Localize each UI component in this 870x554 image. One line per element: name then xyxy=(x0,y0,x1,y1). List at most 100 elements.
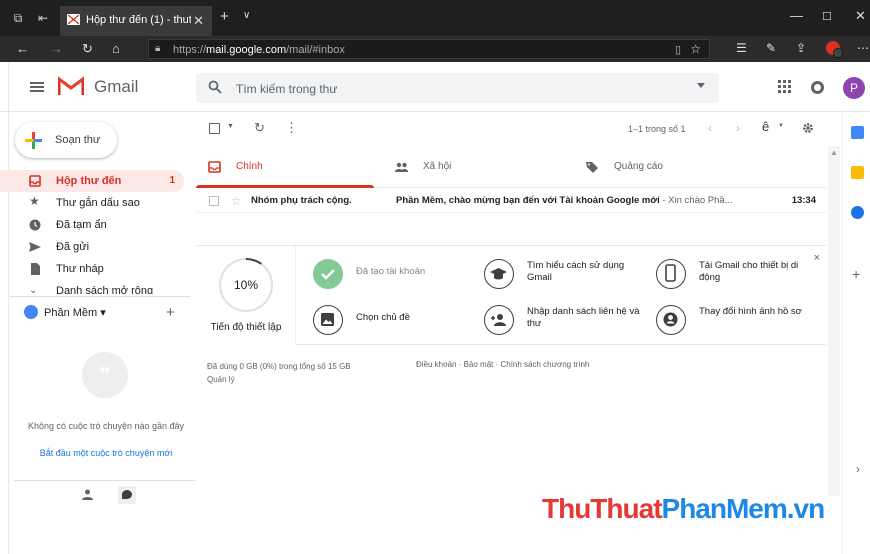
apps-grid-icon[interactable] xyxy=(778,80,792,94)
sidebar-item-sent[interactable]: Đã gửi xyxy=(0,236,184,258)
menu-icon[interactable] xyxy=(30,82,44,92)
email-star-icon[interactable]: ☆ xyxy=(231,194,242,208)
gmail-brand[interactable]: Gmail xyxy=(94,77,138,97)
scrollbar[interactable]: ▲ xyxy=(828,146,840,496)
sidebar-item-inbox[interactable]: Hộp thư đến 1 xyxy=(0,170,184,192)
storage-info: Đã dùng 0 GB (0%) trong tổng số 15 GB Qu… xyxy=(207,360,351,386)
newer-icon[interactable]: ‹ xyxy=(708,121,712,135)
task-mobile-app[interactable]: Tải Gmail cho thiết bị di động xyxy=(656,256,821,292)
browser-tab-active[interactable]: Hộp thư đến (1) - thuth ✕ xyxy=(60,6,212,36)
close-setup-icon[interactable]: × xyxy=(814,252,820,264)
compose-button[interactable]: Soạn thư xyxy=(15,122,117,158)
compose-label: Soạn thư xyxy=(55,134,101,146)
task-import-contacts[interactable]: Nhập danh sách liên hệ và thư xyxy=(484,302,649,338)
input-tools-dropdown-icon[interactable]: ▼ xyxy=(778,123,784,129)
sidebar-item-drafts[interactable]: Thư nháp xyxy=(0,258,184,280)
search-options-icon[interactable] xyxy=(697,83,705,88)
inbox-icon xyxy=(29,175,41,187)
new-conversation-button[interactable]: + xyxy=(166,304,175,321)
input-tools-icon[interactable]: ê xyxy=(762,119,769,134)
tab-close-icon[interactable]: ✕ xyxy=(193,13,204,29)
email-subject-line: Phần Mềm, chào mừng bạn đến với Tài khoả… xyxy=(396,195,733,206)
sidebar-item-snoozed[interactable]: Đã tạm ẩn xyxy=(0,214,184,236)
settings-gear-icon[interactable] xyxy=(802,122,814,134)
scroll-up-icon[interactable]: ▲ xyxy=(830,148,838,157)
favorite-star-icon[interactable]: ☆ xyxy=(690,42,701,56)
email-checkbox[interactable] xyxy=(209,196,219,206)
progress-label: Tiến độ thiết lập xyxy=(210,322,282,333)
select-dropdown-icon[interactable]: ▼ xyxy=(227,123,234,130)
email-time: 13:34 xyxy=(791,195,816,206)
keep-icon[interactable] xyxy=(851,166,864,179)
older-icon[interactable]: › xyxy=(736,121,740,135)
refresh-mail-icon[interactable]: ↻ xyxy=(254,120,265,136)
home-icon[interactable]: ⌂ xyxy=(112,41,120,56)
graduation-cap-icon xyxy=(484,259,514,289)
notifications-icon[interactable] xyxy=(811,81,824,94)
reading-view-icon[interactable]: ▯ xyxy=(675,43,681,56)
maximize-button[interactable]: ☐ xyxy=(822,10,832,23)
hangouts-footer xyxy=(14,480,196,510)
search-input[interactable]: Tìm kiếm trong thư xyxy=(236,82,337,96)
email-sender: Nhóm phụ trách cộng. xyxy=(251,195,352,206)
window-close-button[interactable]: ✕ xyxy=(855,8,866,24)
start-conversation-link[interactable]: Bắt đầu một cuộc trò chuyện mới xyxy=(14,448,198,458)
sidebar-item-starred[interactable]: ★ Thư gắn dấu sao xyxy=(0,192,184,214)
tab-social[interactable]: Xã hội xyxy=(383,148,561,188)
sidebar-item-label: Đã tạm ẩn xyxy=(56,219,107,231)
calendar-icon[interactable] xyxy=(851,126,864,139)
refresh-icon[interactable]: ↻ xyxy=(82,41,93,57)
expand-panel-icon[interactable]: › xyxy=(856,462,860,476)
browser-tab-bar: ⧉ ⇤ Hộp thư đến (1) - thuth ✕ + ∨ — ☐ ✕ xyxy=(0,0,870,36)
tab-actions-icon[interactable]: ⧉ xyxy=(10,10,26,26)
tab-promotions[interactable]: Quảng cáo xyxy=(574,148,752,188)
add-addon-icon[interactable]: + xyxy=(852,266,860,282)
search-bar[interactable]: Tìm kiếm trong thư xyxy=(196,73,719,103)
progress-percent: 10% xyxy=(221,260,271,310)
footer-links[interactable]: Điều khoản · Bảo mật · Chính sách chương… xyxy=(416,360,589,369)
task-learn-gmail[interactable]: Tìm hiểu cách sử dụng Gmail xyxy=(484,256,649,292)
tab-list-icon[interactable]: ∨ xyxy=(243,10,250,21)
gmail-header: Gmail Tìm kiếm trong thư P xyxy=(0,62,870,112)
task-label: Tải Gmail cho thiết bị di động xyxy=(699,260,799,283)
hangouts-user-avatar xyxy=(24,305,38,319)
favorites-list-icon[interactable]: ☰ xyxy=(736,41,747,55)
sidebar-item-label: Thư nháp xyxy=(56,263,104,275)
task-profile-photo[interactable]: Thay đổi hình ảnh hồ sơ xyxy=(656,302,821,338)
back-icon[interactable]: ← xyxy=(16,41,29,56)
search-icon[interactable] xyxy=(208,80,222,94)
more-actions-icon[interactable]: ⋮ xyxy=(285,120,298,136)
person-icon[interactable] xyxy=(82,489,93,500)
set-aside-tabs-icon[interactable]: ⇤ xyxy=(35,10,51,26)
select-all-checkbox[interactable] xyxy=(209,123,220,134)
sidebar-item-label: Danh sách mở rộng xyxy=(56,285,154,294)
people-icon xyxy=(395,162,408,172)
avatar[interactable]: P xyxy=(843,77,865,99)
address-bar[interactable]: 🔒︎ https://mail.google.com/mail/#inbox ▯… xyxy=(148,39,710,59)
task-choose-theme[interactable]: Chọn chủ đề xyxy=(313,302,478,338)
new-tab-button[interactable]: + xyxy=(220,8,229,25)
more-icon[interactable]: ⋯ xyxy=(857,41,869,55)
mail-toolbar: ▼ ↻ ⋮ ‹ › ê ▼ xyxy=(196,112,826,144)
forward-icon[interactable]: → xyxy=(50,41,63,56)
image-icon xyxy=(313,305,343,335)
pagination-text: 1–1 trong số 1 xyxy=(628,124,686,134)
minimize-button[interactable]: — xyxy=(790,8,803,23)
tab-label: Quảng cáo xyxy=(614,161,663,172)
hangouts-user-name[interactable]: Phần Mềm ▾ xyxy=(44,306,106,319)
hangouts-chat-icon[interactable] xyxy=(118,486,136,504)
email-row[interactable]: ☆ Nhóm phụ trách cộng. Phần Mềm, chào mừ… xyxy=(196,189,826,213)
tasks-icon[interactable] xyxy=(851,206,864,219)
tab-primary[interactable]: Chính xyxy=(196,148,374,188)
adblock-extension-icon[interactable] xyxy=(826,41,843,58)
manage-storage-link[interactable]: Quản lý xyxy=(207,373,351,386)
share-icon[interactable]: ⇪ xyxy=(796,41,806,55)
task-account-created: Đã tạo tài khoản xyxy=(313,256,478,292)
side-panel: + xyxy=(842,112,870,554)
pen-icon[interactable]: ✎ xyxy=(766,41,776,55)
setup-progress: 10% Tiến độ thiết lập xyxy=(196,246,296,345)
gmail-favicon-icon xyxy=(67,14,80,25)
tag-icon xyxy=(586,162,598,173)
sidebar-item-more[interactable]: ⌄ Danh sách mở rộng xyxy=(0,280,184,294)
setup-progress-panel: 10% Tiến độ thiết lập Đã tạo tài khoản T… xyxy=(196,245,826,345)
